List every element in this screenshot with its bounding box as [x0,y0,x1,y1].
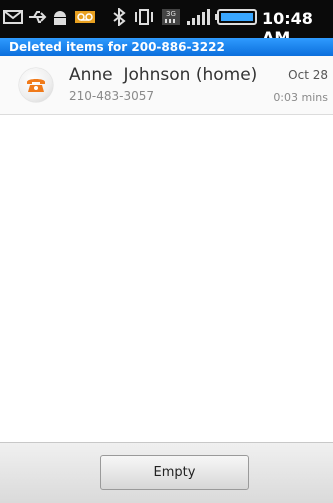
signal-icon [187,9,210,25]
contact-name: Anne Johnson (home) [69,65,258,85]
bottom-bar: Empty [0,442,333,503]
svg-text:3G: 3G [166,10,176,18]
list-empty-space [0,115,333,442]
3g-icon: 3G [162,9,180,25]
call-date: Oct 28 [288,68,328,82]
phone-number: 210-483-3057 [69,89,155,103]
call-duration: 0:03 mins [273,91,328,104]
status-bar: 3G 10:48 AM [0,0,333,47]
battery-icon [215,9,257,25]
bluetooth-icon [113,8,126,26]
empty-button[interactable]: Empty [100,455,249,490]
android-debug-icon [54,11,66,25]
phone-icon [19,68,53,102]
vibrate-icon [135,9,153,25]
usb-icon [29,11,47,23]
voicemail-icon [75,11,95,23]
envelope-icon [3,10,23,24]
call-log-item[interactable]: Anne Johnson (home) 210-483-3057 Oct 28 … [0,56,333,115]
screen-title: Deleted items for 200-886-3222 [0,38,333,56]
